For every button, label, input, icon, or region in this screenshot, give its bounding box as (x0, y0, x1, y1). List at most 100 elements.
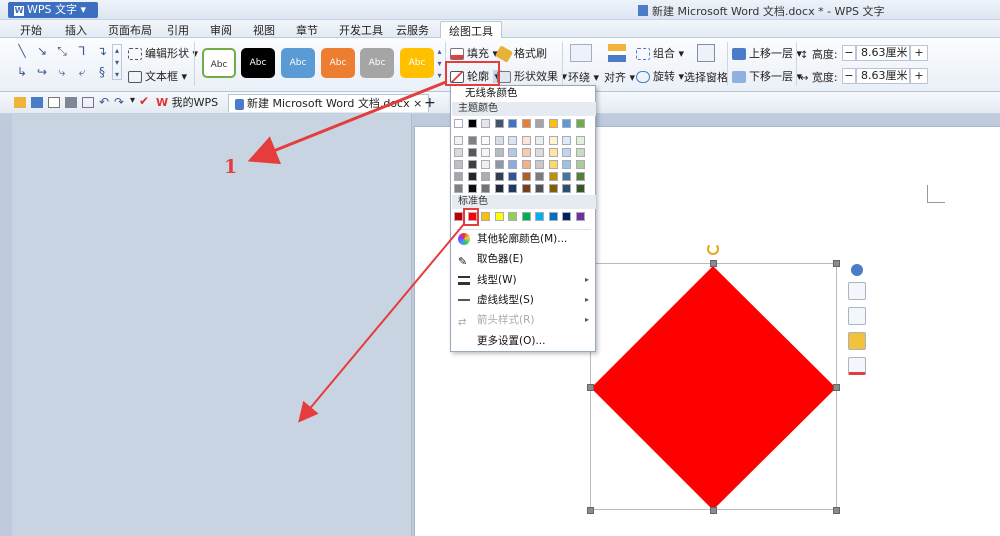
theme-color-shade-swatch[interactable] (467, 172, 477, 181)
align-button[interactable]: 对齐 ▾ (604, 69, 635, 85)
theme-color-shade-swatch[interactable] (494, 160, 504, 169)
undo-icon[interactable]: ↶ (99, 95, 109, 109)
standard-color-swatch[interactable] (521, 212, 531, 221)
shape-effect-button[interactable]: 形状效果 ▾ (497, 68, 567, 84)
height-decrease-button[interactable]: − (842, 45, 856, 61)
theme-color-shade-swatch[interactable] (575, 160, 585, 169)
fill-button[interactable]: 填充 ▾ (450, 45, 498, 61)
theme-color-shade-swatch[interactable] (562, 160, 571, 169)
theme-color-shade-swatch[interactable] (494, 148, 504, 157)
elbow-double-arrow-icon[interactable]: ↳ (14, 65, 30, 79)
height-input[interactable]: 8.63厘米 (856, 45, 910, 61)
wrap-button[interactable]: 环绕 ▾ (568, 69, 599, 85)
menu-chapter[interactable]: 章节 (296, 22, 318, 38)
theme-color-shade-swatch[interactable] (548, 184, 558, 193)
menu-dev-tools[interactable]: 开发工具 (339, 22, 383, 38)
fill-tool-icon[interactable] (848, 332, 866, 350)
shape-style-5[interactable]: Abc (360, 48, 394, 78)
menu-view[interactable]: 视图 (253, 22, 275, 38)
theme-color-shade-swatch[interactable] (494, 136, 504, 145)
theme-color-shade-swatch[interactable] (508, 184, 517, 193)
theme-color-shade-swatch[interactable] (481, 148, 490, 157)
curve-double-arrow-icon[interactable]: ⤶ (74, 65, 90, 79)
theme-color-shade-swatch[interactable] (467, 160, 477, 169)
standard-color-swatch[interactable] (454, 212, 463, 221)
theme-color-shade-swatch[interactable] (535, 172, 544, 181)
theme-color-shade-swatch[interactable] (508, 160, 517, 169)
curve-arrow-icon[interactable]: ⤷ (54, 65, 70, 79)
no-line-color-item[interactable]: 无线条颜色 (451, 86, 595, 101)
theme-color-shade-swatch[interactable] (508, 136, 517, 145)
theme-color-swatch[interactable] (548, 119, 558, 128)
theme-color-swatch[interactable] (454, 119, 463, 128)
theme-color-shade-swatch[interactable] (562, 172, 571, 181)
tab-my-wps[interactable]: W 我的WPS (150, 94, 224, 112)
more-outline-colors-item[interactable]: 其他轮廓颜色(M)... (451, 230, 595, 248)
theme-color-shade-swatch[interactable] (454, 184, 463, 193)
resize-handle-n[interactable] (710, 260, 717, 267)
print-preview-icon[interactable] (82, 97, 94, 108)
outline-tool-icon[interactable] (848, 357, 866, 375)
tab-document[interactable]: 新建 Microsoft Word 文档.docx × (228, 94, 430, 112)
resize-handle-ne[interactable] (833, 260, 840, 267)
standard-color-swatch[interactable] (548, 212, 558, 221)
freeform-icon[interactable]: § (94, 65, 110, 79)
theme-color-shade-swatch[interactable] (521, 184, 531, 193)
theme-color-shade-swatch[interactable] (454, 172, 463, 181)
theme-color-swatch[interactable] (467, 119, 477, 128)
menu-page-layout[interactable]: 页面布局 (108, 22, 152, 38)
check-icon[interactable]: ✔ (139, 94, 149, 108)
theme-color-shade-swatch[interactable] (575, 184, 585, 193)
theme-color-shade-swatch[interactable] (454, 160, 463, 169)
theme-color-shade-swatch[interactable] (494, 172, 504, 181)
elbow-connector-icon[interactable]: ⅂ (74, 44, 90, 58)
theme-color-swatch[interactable] (575, 119, 585, 128)
theme-color-swatch[interactable] (481, 119, 490, 128)
group-button[interactable]: 组合 ▾ (636, 45, 684, 61)
theme-color-shade-swatch[interactable] (521, 148, 531, 157)
send-backward-button[interactable]: 下移一层 ▾ (732, 68, 802, 84)
resize-handle-sw[interactable] (587, 507, 594, 514)
theme-color-shade-swatch[interactable] (521, 136, 531, 145)
edit-shape-button[interactable]: 编辑形状 ▾ (128, 45, 198, 61)
theme-color-shade-swatch[interactable] (535, 184, 544, 193)
theme-color-swatch[interactable] (494, 119, 504, 128)
theme-color-shade-swatch[interactable] (548, 172, 558, 181)
theme-color-swatch[interactable] (535, 119, 544, 128)
shape-style-4[interactable]: Abc (321, 48, 355, 78)
open-icon[interactable] (14, 97, 26, 108)
theme-color-swatch[interactable] (562, 119, 571, 128)
standard-color-swatch[interactable] (494, 212, 504, 221)
menu-insert[interactable]: 插入 (65, 22, 87, 38)
theme-color-shade-swatch[interactable] (481, 160, 490, 169)
dash-type-item[interactable]: 虚线线型(S) ▸ (451, 291, 595, 309)
rotate-button[interactable]: 旋转 ▾ (636, 68, 684, 84)
shapes-scroll-icon[interactable]: ▴ ▾ ▾ (112, 44, 122, 80)
resize-handle-e[interactable] (833, 384, 840, 391)
theme-color-shade-swatch[interactable] (575, 148, 585, 157)
theme-color-shade-swatch[interactable] (575, 172, 585, 181)
shape-style-2[interactable]: Abc (241, 48, 275, 78)
menu-cloud[interactable]: 云服务 (396, 22, 429, 38)
shape-style-tool-icon[interactable] (848, 282, 866, 300)
width-increase-button[interactable]: + (910, 68, 928, 84)
theme-color-shade-swatch[interactable] (508, 148, 517, 157)
theme-color-shade-swatch[interactable] (535, 148, 544, 157)
standard-color-swatch[interactable] (481, 212, 490, 221)
standard-color-swatch[interactable] (562, 212, 571, 221)
menu-references[interactable]: 引用 (167, 22, 189, 38)
theme-color-shade-swatch[interactable] (481, 184, 490, 193)
theme-color-shade-swatch[interactable] (548, 136, 558, 145)
shape-style-6[interactable]: Abc (400, 48, 434, 78)
new-doc-icon[interactable] (48, 97, 60, 108)
resize-handle-s[interactable] (710, 507, 717, 514)
theme-color-shade-swatch[interactable] (481, 172, 490, 181)
line-type-item[interactable]: 线型(W) ▸ (451, 271, 595, 289)
theme-color-shade-swatch[interactable] (535, 136, 544, 145)
collapse-tools-icon[interactable] (851, 264, 863, 276)
width-input[interactable]: 8.63厘米 (856, 68, 910, 84)
menu-home[interactable]: 开始 (20, 22, 42, 38)
format-brush-button[interactable]: 格式刷 (494, 45, 547, 63)
double-arrow-icon[interactable]: ⤡ (54, 44, 70, 58)
text-box-button[interactable]: 文本框 ▾ (128, 68, 187, 84)
